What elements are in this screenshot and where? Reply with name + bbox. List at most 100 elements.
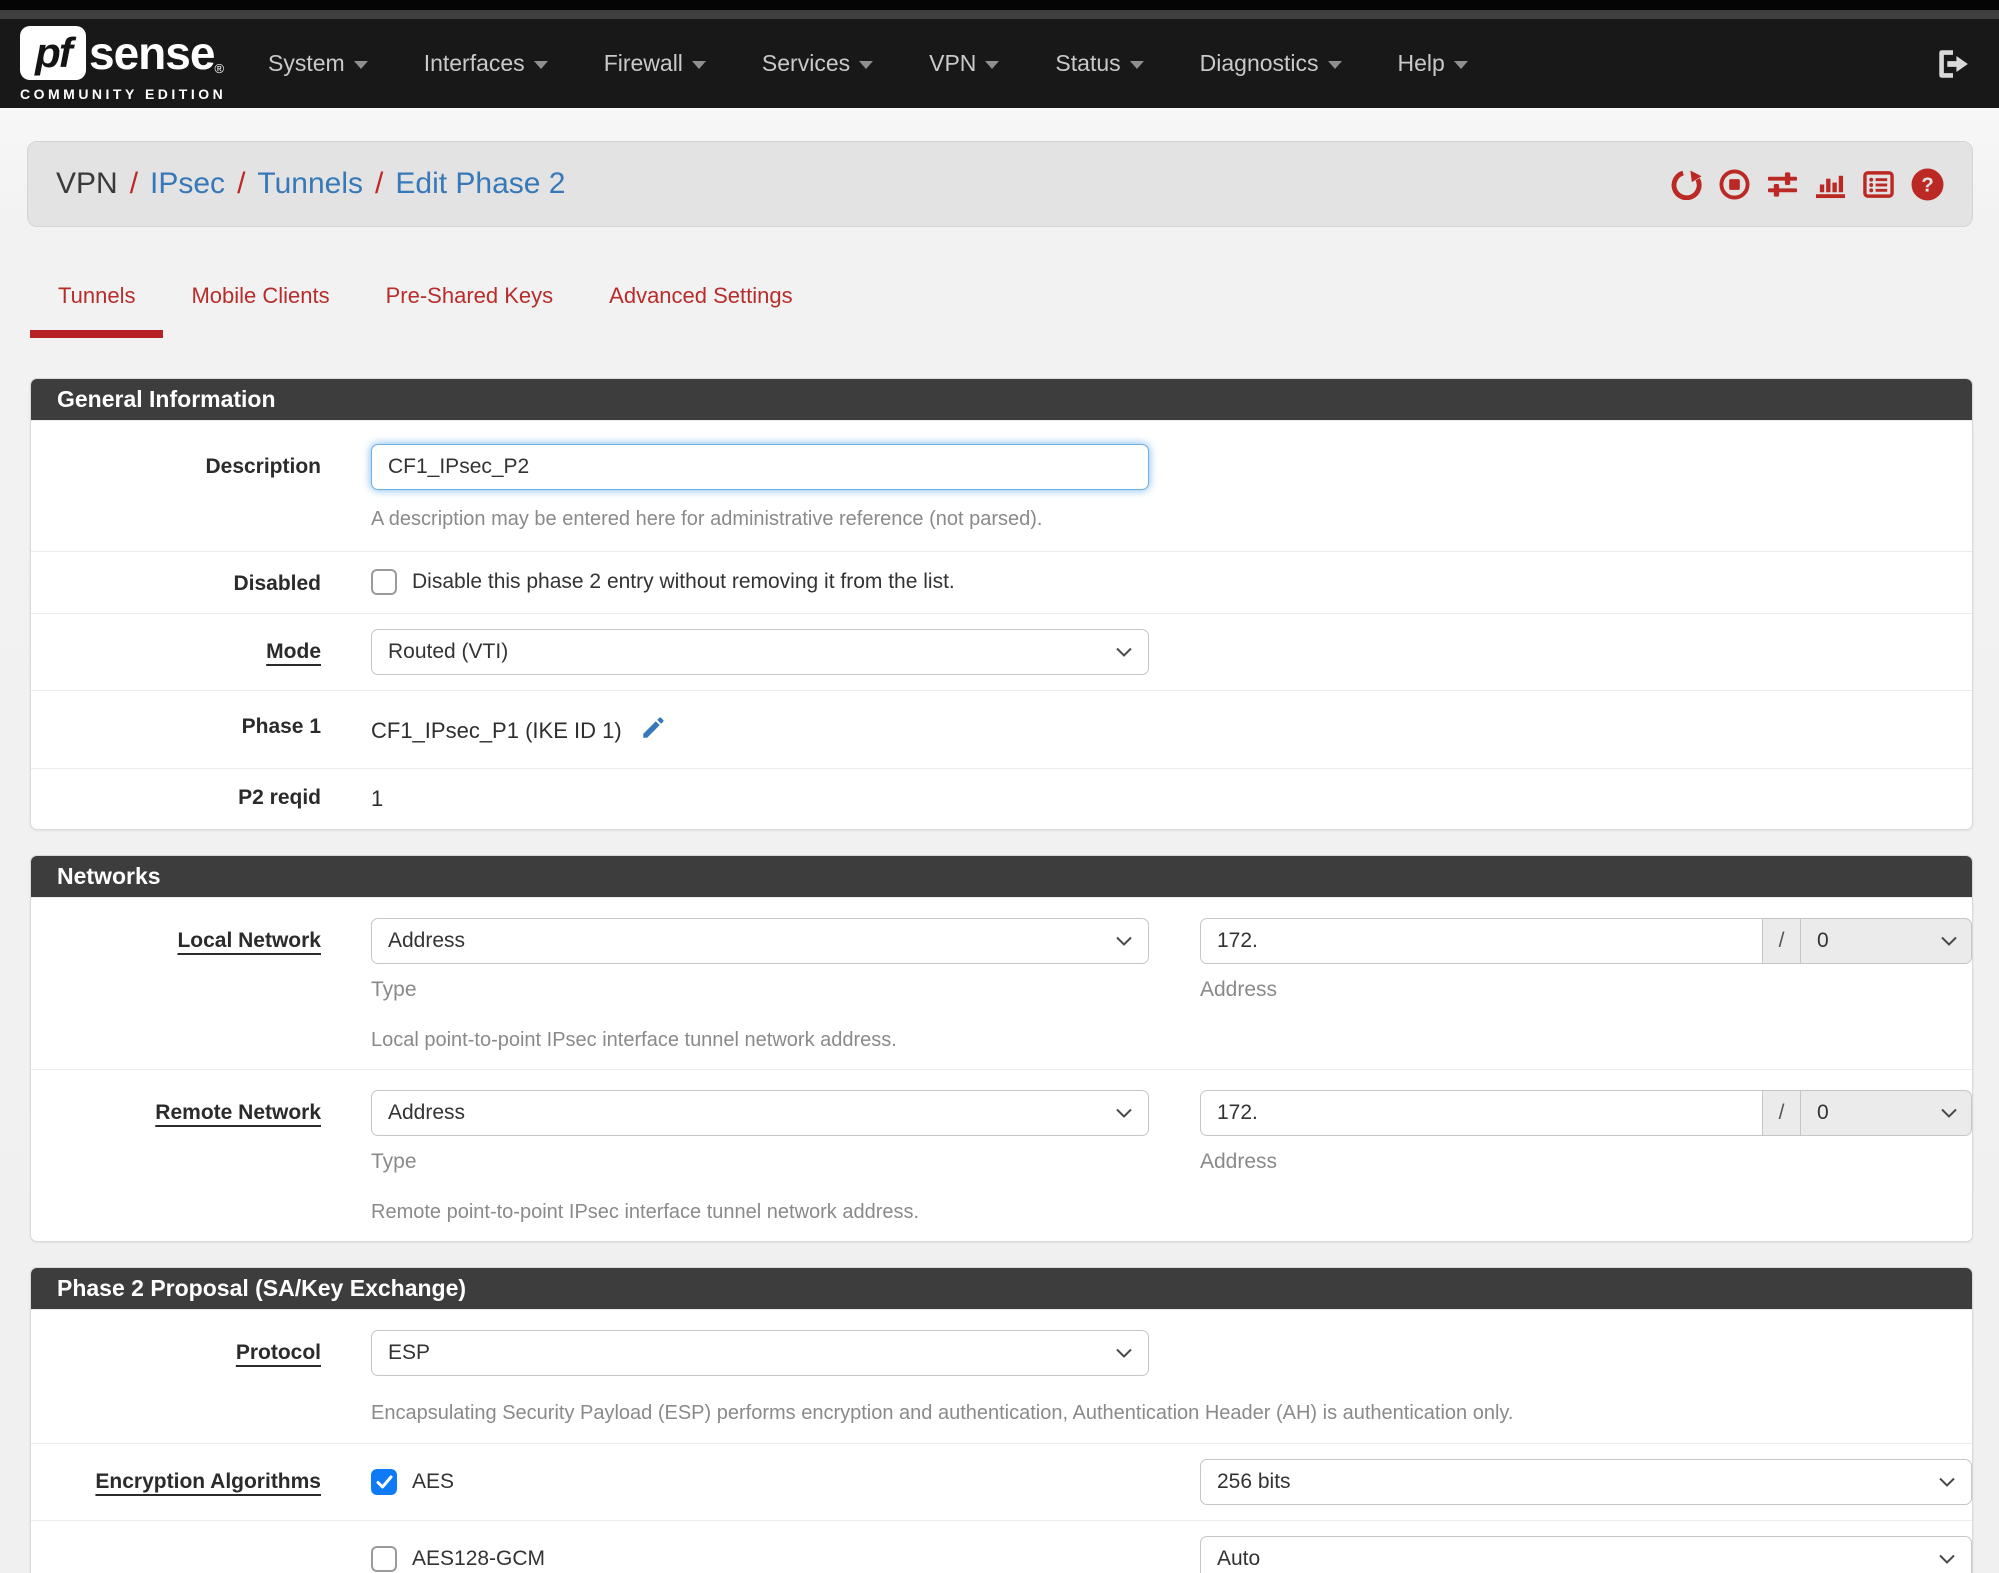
protocol-label: Protocol (235, 1341, 321, 1364)
description-label: Description (205, 455, 321, 478)
remote-network-slash-addon: / (1763, 1090, 1801, 1136)
tab-tunnels[interactable]: Tunnels (30, 283, 164, 338)
p2reqid-value: 1 (371, 786, 384, 811)
nav-item-vpn[interactable]: VPN (929, 50, 1000, 77)
p2reqid-label: P2 reqid (238, 786, 321, 809)
pfsense-logo[interactable]: pf sense ® COMMUNITY EDITION (20, 25, 232, 102)
disabled-label: Disabled (233, 572, 321, 595)
local-network-slash-addon: / (1763, 918, 1801, 964)
pfsense-logo-subtitle: COMMUNITY EDITION (20, 85, 227, 102)
remote-network-prefix-select[interactable]: 0 (1801, 1090, 1972, 1136)
phase1-label: Phase 1 (241, 715, 321, 738)
remote-network-type-caption: Type (371, 1150, 417, 1173)
breadcrumb-actions: ? (1671, 168, 1944, 201)
local-network-help: Local point-to-point IPsec interface tun… (371, 1029, 897, 1051)
nav-item-interfaces-label: Interfaces (423, 50, 525, 76)
chevron-down-icon (859, 61, 874, 69)
chevron-down-icon (1327, 61, 1342, 69)
disabled-row: Disabled Disable this phase 2 entry with… (31, 551, 1972, 613)
chevron-down-icon (691, 61, 706, 69)
aes-checkbox[interactable] (371, 1469, 397, 1495)
log-icon[interactable] (1863, 169, 1894, 200)
remote-network-type-select[interactable]: Address (371, 1090, 1149, 1136)
disabled-checkbox[interactable] (371, 569, 397, 595)
pfsense-page: pf sense ® COMMUNITY EDITION System Inte… (0, 0, 1999, 1573)
tab-advanced-settings[interactable]: Advanced Settings (581, 283, 820, 338)
restart-icon[interactable] (1671, 169, 1702, 200)
tab-mobile-clients[interactable]: Mobile Clients (163, 283, 357, 338)
remote-network-label: Remote Network (155, 1101, 321, 1124)
chevron-down-icon (1116, 647, 1132, 657)
nav-item-status[interactable]: Status (1055, 50, 1144, 77)
remote-network-prefix-value: 0 (1817, 1101, 1829, 1124)
aes128gcm-bits-select[interactable]: Auto (1200, 1536, 1972, 1573)
phase1-row: Phase 1 CF1_IPsec_P1 (IKE ID 1) (31, 690, 1972, 768)
bar-chart-icon[interactable] (1815, 169, 1846, 200)
breadcrumb-link-ipsec[interactable]: IPsec (150, 167, 225, 201)
remote-network-address-caption: Address (1200, 1150, 1278, 1173)
disabled-checkbox-label: Disable this phase 2 entry without remov… (412, 570, 955, 593)
general-information-header: General Information (31, 379, 1972, 420)
nav-item-system-label: System (268, 50, 345, 76)
aes128gcm-checkbox[interactable] (371, 1546, 397, 1572)
description-row: Description A description may be entered… (31, 420, 1972, 551)
nav-item-diagnostics-label: Diagnostics (1199, 50, 1319, 76)
local-network-address-input[interactable] (1200, 918, 1763, 964)
window-top-strip (0, 10, 1999, 19)
networks-panel: Networks Local Network Address Type Loca… (30, 855, 1973, 1242)
local-network-type-value: Address (388, 929, 466, 952)
chevron-down-icon (1941, 1108, 1957, 1118)
aes128gcm-checkbox-label: AES128-GCM (412, 1547, 546, 1570)
breadcrumb-link-tunnels[interactable]: Tunnels (257, 167, 363, 201)
tab-pre-shared-keys[interactable]: Pre-Shared Keys (358, 283, 582, 338)
pfsense-logo-pf-box: pf (20, 25, 86, 80)
sliders-icon[interactable] (1767, 169, 1798, 200)
chevron-down-icon (1129, 61, 1144, 69)
chevron-down-icon (1116, 1108, 1132, 1118)
nav-item-services-label: Services (761, 50, 851, 76)
local-network-prefix-select[interactable]: 0 (1801, 918, 1972, 964)
mode-select[interactable]: Routed (VTI) (371, 629, 1149, 675)
local-network-label: Local Network (177, 929, 321, 952)
help-icon[interactable]: ? (1911, 168, 1944, 201)
phase2-proposal-panel: Phase 2 Proposal (SA/Key Exchange) Proto… (30, 1267, 1973, 1573)
nav-item-firewall[interactable]: Firewall (604, 50, 706, 77)
breadcrumb-separator: / (129, 167, 139, 200)
protocol-select[interactable]: ESP (371, 1330, 1149, 1376)
sign-out-icon[interactable] (1937, 48, 1969, 80)
local-network-prefix-value: 0 (1817, 929, 1829, 952)
phase1-value: CF1_IPsec_P1 (IKE ID 1) (371, 718, 622, 743)
nav-item-interfaces[interactable]: Interfaces (424, 50, 548, 77)
breadcrumb-root: VPN (56, 167, 118, 200)
nav-item-help-label: Help (1397, 50, 1445, 76)
description-help: A description may be entered here for ad… (371, 508, 1043, 530)
chevron-down-icon (533, 61, 548, 69)
remote-network-address-input[interactable] (1200, 1090, 1763, 1136)
pfsense-logo-sense: sense (89, 26, 215, 79)
encryption-aes128gcm-row: AES128-GCM Auto (31, 1520, 1972, 1573)
breadcrumb-link-edit-phase-2[interactable]: Edit Phase 2 (395, 167, 565, 201)
chevron-down-icon (1116, 1348, 1132, 1358)
remote-network-help: Remote point-to-point IPsec interface tu… (371, 1201, 920, 1223)
pfsense-logo-row: pf sense ® (20, 25, 232, 80)
aes-bits-select[interactable]: 256 bits (1200, 1459, 1972, 1505)
mode-label: Mode (266, 640, 321, 663)
general-information-panel: General Information Description A descri… (30, 378, 1973, 830)
p2reqid-row: P2 reqid 1 (31, 768, 1972, 829)
aes-bits-value: 256 bits (1217, 1470, 1291, 1493)
nav-item-diagnostics[interactable]: Diagnostics (1200, 50, 1342, 77)
stop-icon[interactable] (1719, 168, 1750, 200)
pencil-icon[interactable] (640, 715, 666, 741)
breadcrumb-separator: / (237, 167, 246, 200)
check-icon (376, 1475, 392, 1489)
nav-item-system[interactable]: System (268, 50, 368, 77)
encryption-algorithms-label: Encryption Algorithms (95, 1470, 321, 1493)
local-network-address-caption: Address (1200, 978, 1278, 1001)
local-network-type-select[interactable]: Address (371, 918, 1149, 964)
chevron-down-icon (1939, 1554, 1955, 1564)
nav-item-firewall-label: Firewall (603, 50, 683, 76)
description-input[interactable] (371, 444, 1149, 490)
nav-item-help[interactable]: Help (1398, 50, 1468, 77)
chevron-down-icon (353, 61, 368, 69)
nav-item-services[interactable]: Services (761, 50, 874, 77)
